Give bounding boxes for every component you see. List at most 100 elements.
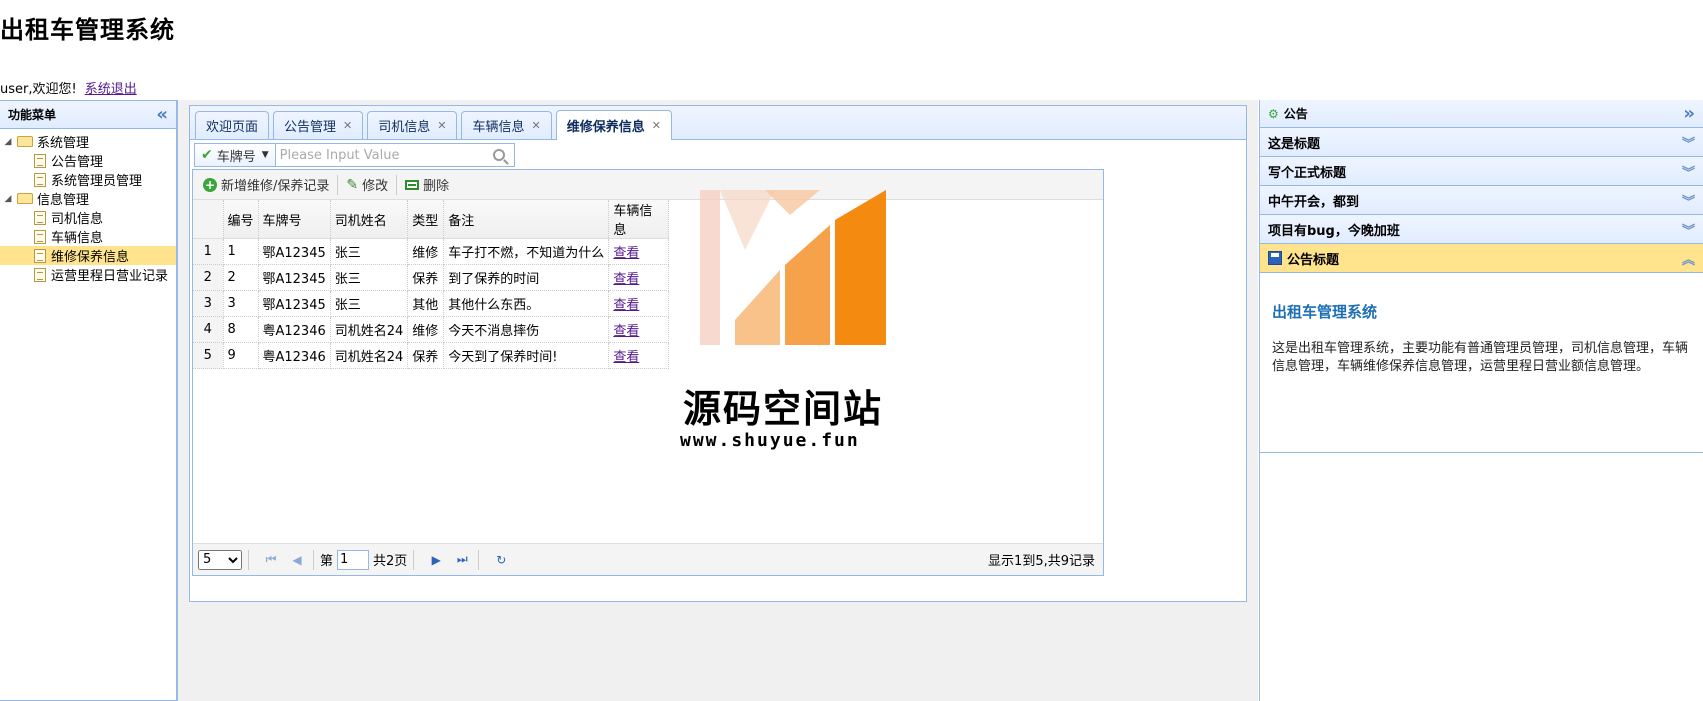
- tabs-container: 欢迎页面 公告管理✕ 司机信息✕ 车辆信息✕ 维修保养信息✕ ✔车牌号▼ +新增…: [189, 105, 1247, 602]
- notice-item-active[interactable]: 公告标题 ︽: [1260, 244, 1703, 273]
- tab-driver[interactable]: 司机信息 ✕: [367, 111, 458, 139]
- file-icon: [34, 172, 46, 187]
- tree-node-system[interactable]: ◢ 系统管理: [0, 132, 176, 151]
- chevron-up-icon: ︽: [1681, 252, 1695, 268]
- west-panel-header: 功能菜单 «: [0, 101, 176, 129]
- prev-page-icon[interactable]: ◀: [287, 550, 307, 570]
- pager-separator: [413, 549, 415, 570]
- column-header[interactable]: 车牌号: [258, 200, 331, 239]
- watermark-logo: [700, 190, 886, 345]
- column-header[interactable]: 类型: [407, 200, 445, 239]
- collapse-right-icon[interactable]: »: [1683, 103, 1695, 124]
- tab-maintenance[interactable]: 维修保养信息 ✕: [555, 110, 672, 140]
- user-line: user,欢迎您! 系统退出: [0, 78, 137, 97]
- pager-info: 显示1到5,共9记录: [988, 554, 1095, 569]
- function-tree: ◢ 系统管理 公告管理 系统管理员管理 ◢ 信息管理 司机信息 车辆信息 维修保养信…: [0, 129, 176, 284]
- watermark-text: 源码空间站: [683, 387, 884, 431]
- pencil-icon: ✎: [346, 176, 359, 193]
- table-row[interactable]: 3 3 鄂A12345 张三 其他 其他什么东西。 查看: [193, 290, 670, 317]
- file-icon: [34, 153, 46, 168]
- view-vehicle-link[interactable]: 查看: [613, 246, 639, 261]
- caret-down-icon: ▼: [261, 150, 269, 160]
- folder-icon: [17, 193, 33, 204]
- column-header[interactable]: 编号: [223, 200, 259, 239]
- watermark-url: www.shuyue.fun: [680, 430, 860, 451]
- remove-icon: [405, 179, 420, 190]
- table-header-row: 编号 车牌号 司机姓名 类型 备注 车辆信息: [193, 200, 670, 239]
- view-vehicle-link[interactable]: 查看: [613, 298, 639, 313]
- notice-item[interactable]: 中午开会，都到 ︾: [1260, 186, 1703, 215]
- refresh-icon[interactable]: ↻: [491, 550, 511, 570]
- tree-node-notice[interactable]: 公告管理: [0, 151, 176, 170]
- total-pages: 共2页: [373, 554, 408, 569]
- search-row: ✔ 车牌号 ▼: [194, 143, 527, 167]
- tab-welcome[interactable]: 欢迎页面: [195, 111, 270, 139]
- tree-node-mileage[interactable]: 运营里程日营业记录: [0, 265, 176, 284]
- edit-button[interactable]: ✎ 修改: [340, 173, 394, 197]
- column-header[interactable]: 车辆信息: [608, 200, 670, 239]
- column-header[interactable]: 司机姓名: [330, 200, 409, 239]
- east-panel: ⚙ 公告 » 这是标题 ︾ 写个正式标题 ︾ 中午开会，都到 ︾ 项目有bug，今晚加班…: [1259, 100, 1703, 701]
- tree-node-vehicle[interactable]: 车辆信息: [0, 227, 176, 246]
- logout-link[interactable]: 系统退出: [85, 82, 137, 97]
- user-greeting: user,欢迎您!: [0, 82, 77, 97]
- notice-item[interactable]: 这是标题 ︾: [1260, 128, 1703, 157]
- view-vehicle-link[interactable]: 查看: [613, 272, 639, 287]
- last-page-icon[interactable]: ⏭: [452, 550, 472, 570]
- table-row[interactable]: 1 1 鄂A12345 张三 维修 车子打不燃，不知道为什么 查看: [193, 238, 670, 265]
- file-icon: [34, 229, 46, 244]
- search-input[interactable]: [274, 143, 515, 167]
- add-record-button[interactable]: + 新增维修/保养记录: [197, 173, 335, 197]
- pager-separator: [313, 549, 314, 570]
- delete-button[interactable]: 删除: [399, 173, 455, 197]
- expand-toggle-icon[interactable]: ◢: [2, 194, 14, 204]
- pager-separator: [248, 549, 249, 570]
- row-number-header: [193, 200, 224, 239]
- table-row[interactable]: 4 8 粤A12346 司机姓名24 维修 今天不消息摔伤 查看: [193, 316, 670, 343]
- search-icon[interactable]: [492, 149, 505, 161]
- close-icon[interactable]: ✕: [437, 119, 446, 132]
- close-icon[interactable]: ✕: [532, 119, 541, 132]
- tab-vehicle[interactable]: 车辆信息 ✕: [461, 111, 552, 139]
- toolbar-separator: [337, 174, 339, 195]
- first-page-icon[interactable]: ⏮: [261, 550, 281, 570]
- next-page-icon[interactable]: ▶: [426, 550, 446, 570]
- collapse-left-icon[interactable]: «: [156, 104, 168, 125]
- table-row[interactable]: 5 9 粤A12346 司机姓名24 保养 今天到了保养时间! 查看: [193, 342, 670, 369]
- view-vehicle-link[interactable]: 查看: [613, 350, 639, 365]
- view-vehicle-link[interactable]: 查看: [613, 324, 639, 339]
- notice-item[interactable]: 写个正式标题 ︾: [1260, 157, 1703, 186]
- close-icon[interactable]: ✕: [652, 119, 661, 132]
- page-size-select[interactable]: 5: [198, 549, 242, 570]
- save-icon: [1268, 251, 1282, 265]
- close-icon[interactable]: ✕: [343, 119, 352, 132]
- west-panel-title: 功能菜单: [8, 108, 57, 122]
- column-header[interactable]: 备注: [443, 200, 610, 239]
- toolbar-separator: [396, 174, 398, 195]
- file-icon: [34, 267, 46, 282]
- tree-node-maintenance[interactable]: 维修保养信息: [0, 246, 176, 265]
- tree-node-driver[interactable]: 司机信息: [0, 208, 176, 227]
- west-panel: 功能菜单 « ◢ 系统管理 公告管理 系统管理员管理 ◢ 信息管理 司机信息 车辆信…: [0, 100, 177, 701]
- file-icon: [34, 248, 46, 263]
- grid-toolbar: + 新增维修/保养记录 ✎ 修改 删除: [193, 170, 1103, 200]
- chevron-down-icon: ︾: [1681, 194, 1695, 210]
- notice-icon: ⚙: [1268, 106, 1279, 121]
- east-panel-header: ⚙ 公告 »: [1260, 100, 1703, 128]
- check-icon: ✔: [201, 147, 213, 163]
- pager-separator: [478, 549, 480, 570]
- tree-node-admin[interactable]: 系统管理员管理: [0, 170, 176, 189]
- notice-item[interactable]: 项目有bug，今晚加班 ︾: [1260, 215, 1703, 244]
- notice-body: 出租车管理系统 这是出租车管理系统，主要功能有普通管理员管理，司机信息管理，车辆…: [1260, 273, 1703, 453]
- pagination-bar: 5 ⏮ ◀ 第 共2页 ▶ ⏭ ↻ 显示1到5,共9记录: [193, 543, 1103, 575]
- search-field-menu[interactable]: ✔ 车牌号 ▼: [194, 143, 275, 167]
- tab-notice[interactable]: 公告管理 ✕: [273, 111, 364, 139]
- folder-icon: [17, 136, 33, 147]
- tabs-bar: 欢迎页面 公告管理 ✕ 司机信息 ✕ 车辆信息 ✕ 维修保养信息 ✕: [190, 106, 1246, 140]
- tree-node-info[interactable]: ◢ 信息管理: [0, 189, 176, 208]
- table-row[interactable]: 2 2 鄂A12345 张三 保养 到了保养的时间 查看: [193, 264, 670, 291]
- expand-toggle-icon[interactable]: ◢: [2, 137, 14, 147]
- data-table: 编号 车牌号 司机姓名 类型 备注 车辆信息 1 1 鄂A12345 张三 维修: [193, 200, 670, 369]
- chevron-down-icon: ︾: [1681, 165, 1695, 181]
- page-number-input[interactable]: [337, 549, 370, 570]
